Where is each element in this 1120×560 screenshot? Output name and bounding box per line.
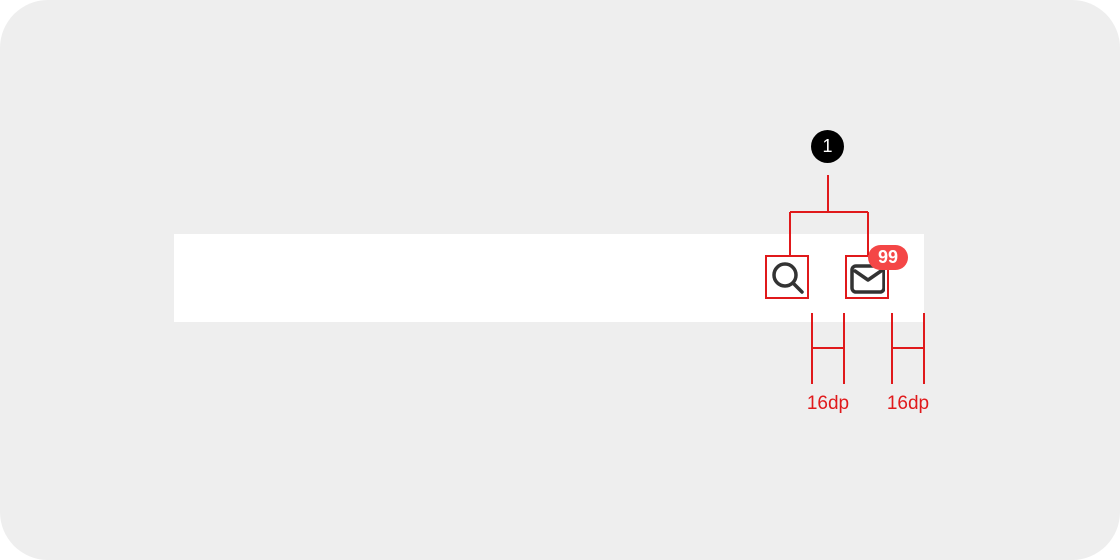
spacing-measure-between-icons (811, 313, 845, 384)
spec-canvas: 99 1 16dp 16dp (0, 0, 1120, 560)
spec-lines (789, 175, 925, 384)
spacing-label-between-icons: 16dp (806, 393, 850, 414)
spacing-label-right-edge: 16dp (886, 393, 930, 414)
callout-marker: 1 (811, 130, 844, 163)
spacing-measure-right-edge (891, 313, 925, 384)
callout-bracket (789, 175, 869, 255)
